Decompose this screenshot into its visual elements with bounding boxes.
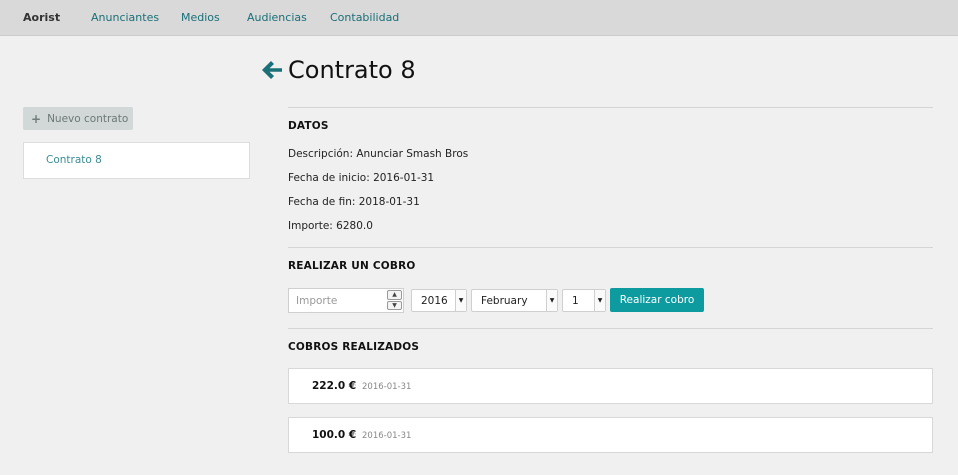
- section-heading-realizados: COBROS REALIZADOS: [288, 341, 420, 353]
- end-date-text: Fecha de fin: 2018-01-31: [288, 196, 420, 208]
- new-contract-label: Nuevo contrato: [47, 112, 129, 125]
- section-heading-cobro: REALIZAR UN COBRO: [288, 260, 416, 272]
- contract-list: Contrato 8: [23, 142, 250, 179]
- plus-icon: +: [31, 111, 42, 126]
- payment-date: 2016-01-31: [362, 431, 412, 441]
- payment-date: 2016-01-31: [362, 382, 412, 392]
- divider: [288, 107, 933, 108]
- submit-payment-button[interactable]: Realizar cobro: [610, 288, 704, 312]
- month-select[interactable]: February ▼: [471, 289, 558, 312]
- nav-link-contabilidad[interactable]: Contabilidad: [330, 11, 399, 24]
- year-select[interactable]: 2016 ▼: [411, 289, 467, 312]
- section-heading-datos: DATOS: [288, 120, 329, 132]
- list-item: 100.0 € · 2016-01-31: [288, 417, 933, 453]
- month-value: February: [481, 295, 528, 307]
- payment-amount: 100.0 €: [312, 429, 357, 441]
- brand-logo[interactable]: Aorist: [23, 11, 60, 24]
- amount-text: Importe: 6280.0: [288, 220, 373, 232]
- day-select[interactable]: 1 ▼: [562, 289, 606, 312]
- nav-link-anunciantes[interactable]: Anunciantes: [91, 11, 159, 24]
- description-text: Descripción: Anunciar Smash Bros: [288, 148, 469, 160]
- divider: [288, 328, 933, 329]
- nav-link-medios[interactable]: Medios: [181, 11, 220, 24]
- year-value: 2016: [421, 295, 448, 307]
- chevron-down-icon: ▼: [594, 290, 605, 311]
- amount-stepper: ▲ ▼: [387, 290, 402, 311]
- new-contract-button[interactable]: + Nuevo contrato: [23, 107, 133, 130]
- start-date-text: Fecha de inicio: 2016-01-31: [288, 172, 435, 184]
- day-value: 1: [572, 295, 579, 307]
- top-navbar: Aorist Anunciantes Medios Audiencias Con…: [0, 0, 958, 36]
- chevron-down-icon: ▼: [546, 290, 557, 311]
- stepper-up-icon[interactable]: ▲: [387, 290, 402, 300]
- amount-field: ▲ ▼: [288, 288, 404, 313]
- page-title: Contrato 8: [288, 56, 416, 84]
- arrow-left-icon[interactable]: [260, 58, 284, 82]
- list-item: 222.0 € · 2016-01-31: [288, 368, 933, 404]
- payment-separator: ·: [354, 430, 357, 439]
- stepper-down-icon[interactable]: ▼: [387, 300, 402, 310]
- payment-amount: 222.0 €: [312, 380, 357, 392]
- chevron-down-icon: ▼: [455, 290, 466, 311]
- divider: [288, 247, 933, 248]
- sidebar-item-contrato-8[interactable]: Contrato 8: [46, 154, 102, 166]
- amount-input[interactable]: [289, 289, 386, 312]
- nav-link-audiencias[interactable]: Audiencias: [247, 11, 307, 24]
- payment-separator: ·: [354, 381, 357, 390]
